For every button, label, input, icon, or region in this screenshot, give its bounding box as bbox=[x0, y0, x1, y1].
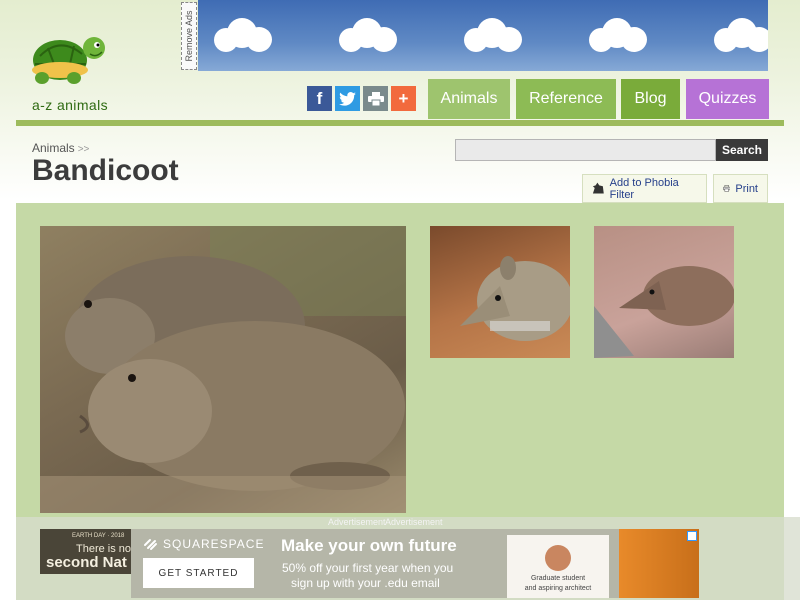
page-title: Bandicoot bbox=[32, 154, 179, 187]
cloud-decoration bbox=[339, 18, 397, 52]
header-divider bbox=[16, 120, 784, 126]
advertisement-label: Advertisement bbox=[385, 517, 443, 527]
bandicoot-illustration bbox=[40, 226, 406, 513]
ad-card: Graduate student and aspiring architect bbox=[507, 535, 609, 598]
ad-body-1: 50% off your first year when you bbox=[282, 561, 454, 575]
bandicoot-thumbnail-1[interactable] bbox=[430, 226, 570, 358]
plus-icon: + bbox=[398, 88, 409, 108]
ad-headline: Make your own future bbox=[281, 536, 457, 555]
squarespace-brand-label: SQUARESPACE bbox=[163, 537, 265, 551]
squarespace-logo-icon bbox=[144, 538, 157, 550]
twitter-icon bbox=[339, 91, 356, 106]
search-button[interactable]: Search bbox=[716, 139, 768, 161]
squarespace-ad[interactable]: SQUARESPACE GET STARTED Make your own fu… bbox=[131, 529, 699, 598]
bandicoot-thumb-illustration bbox=[460, 256, 570, 341]
cloud-decoration bbox=[714, 18, 768, 52]
print-button[interactable]: Print bbox=[713, 174, 768, 203]
nav-reference[interactable]: Reference bbox=[516, 79, 616, 119]
bandicoot-thumbnail-2[interactable] bbox=[594, 226, 734, 358]
nav-quizzes[interactable]: Quizzes bbox=[686, 79, 769, 119]
remove-ads-label: Remove Ads bbox=[184, 10, 194, 62]
earth-day-ad[interactable]: EARTH DAY · 2018 There is no second Nat bbox=[40, 529, 136, 574]
breadcrumb-animals[interactable]: Animals bbox=[32, 141, 75, 155]
ad-card-text-1: Graduate student bbox=[530, 575, 586, 582]
ad-body-2: sign up with your .edu email bbox=[291, 576, 440, 590]
get-started-button[interactable]: GET STARTED bbox=[143, 558, 254, 588]
advertisement-label: Advertisement bbox=[328, 517, 386, 527]
cloud-decoration bbox=[589, 18, 647, 52]
twitter-share-button[interactable] bbox=[335, 86, 360, 111]
print-label: Print bbox=[735, 182, 758, 195]
more-share-button[interactable]: + bbox=[391, 86, 416, 111]
cloud-decoration bbox=[464, 18, 522, 52]
phobia-filter-button[interactable]: Add to Phobia Filter bbox=[582, 174, 707, 203]
search-input[interactable] bbox=[455, 139, 716, 161]
breadcrumb: Animals >> bbox=[32, 141, 89, 155]
phobia-filter-label: Add to Phobia Filter bbox=[609, 176, 679, 201]
printer-icon bbox=[723, 185, 731, 192]
bandicoot-thumb-illustration bbox=[594, 266, 734, 358]
ad-person-photo bbox=[545, 545, 571, 571]
logo[interactable] bbox=[26, 30, 112, 88]
banner-ad[interactable] bbox=[198, 0, 768, 71]
facebook-icon: f bbox=[316, 88, 323, 108]
bandicoot-main-photo[interactable] bbox=[40, 226, 406, 513]
nav-animals[interactable]: Animals bbox=[428, 79, 510, 119]
ad-card-text-2: and aspiring architect bbox=[524, 585, 592, 592]
nav-blog[interactable]: Blog bbox=[621, 79, 680, 119]
remove-ads-link[interactable]: Remove Ads bbox=[181, 2, 197, 70]
earth-day-text-2: second Nat bbox=[46, 554, 127, 571]
facebook-share-button[interactable]: f bbox=[307, 86, 332, 111]
print-share-button[interactable] bbox=[363, 86, 388, 111]
printer-icon bbox=[367, 91, 384, 106]
squarespace-brand: SQUARESPACE bbox=[143, 537, 264, 551]
earth-day-tagline: EARTH DAY · 2018 bbox=[72, 533, 125, 539]
adchoices-icon[interactable] bbox=[687, 531, 697, 541]
brand-name[interactable]: a-z animals bbox=[32, 97, 108, 113]
cloud-decoration bbox=[214, 18, 272, 52]
tortoise-logo-icon bbox=[32, 37, 105, 84]
animal-silhouette-icon bbox=[592, 182, 604, 194]
